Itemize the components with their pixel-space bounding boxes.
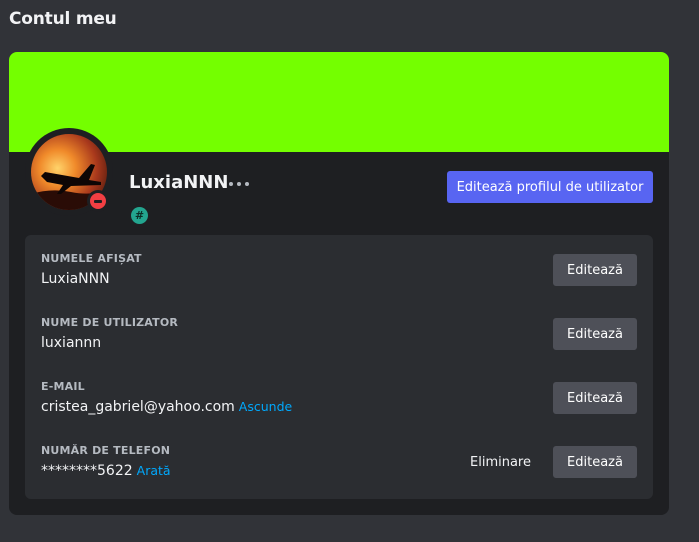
field-label: E-MAIL [41,380,85,393]
edit-display-name-button[interactable]: Editează [553,254,637,286]
page-title: Contul meu [9,9,117,29]
edit-email-button[interactable]: Editează [553,382,637,414]
hide-email-link[interactable]: Ascunde [239,399,292,414]
phone-value: ********5622 [41,463,133,479]
field-email: E-MAIL cristea_gabriel@yahoo.com Ascunde … [25,380,653,432]
hash-icon: # [131,207,148,224]
ellipsis-icon[interactable] [228,174,250,192]
field-value: luxiannn [41,335,101,351]
field-label: NUME DE UTILIZATOR [41,316,179,329]
field-phone: NUMĂR DE TELEFON ********5622 Arată Elimi… [25,444,653,496]
show-phone-link[interactable]: Arată [137,463,171,478]
edit-phone-button[interactable]: Editează [553,446,637,478]
field-value: LuxiaNNN [41,271,110,287]
field-value: ********5622 Arată [41,463,171,479]
field-value: cristea_gabriel@yahoo.com Ascunde [41,399,292,415]
avatar[interactable] [25,128,113,216]
profile-banner [9,52,669,152]
profile-card: LuxiaNNN # Editează profilul de utilizat… [9,52,669,515]
field-display-name: NUMELE AFIȘAT LuxiaNNN Editează [25,252,653,304]
email-value: cristea_gabriel@yahoo.com [41,399,235,415]
display-name-value: LuxiaNNN [41,271,110,287]
field-username: NUME DE UTILIZATOR luxiannn Editează [25,316,653,368]
field-label: NUMĂR DE TELEFON [41,444,171,457]
username-value: luxiannn [41,335,102,351]
edit-profile-button[interactable]: Editează profilul de utilizator [447,171,653,203]
profile-username: LuxiaNNN [129,172,229,193]
account-fields-panel: NUMELE AFIȘAT LuxiaNNN Editează NUME DE … [25,235,653,499]
field-label: NUMELE AFIȘAT [41,252,142,265]
remove-phone-button[interactable]: Eliminare [461,446,545,478]
edit-username-button[interactable]: Editează [553,318,637,350]
do-not-disturb-icon [90,193,106,209]
status-badge [87,190,109,212]
